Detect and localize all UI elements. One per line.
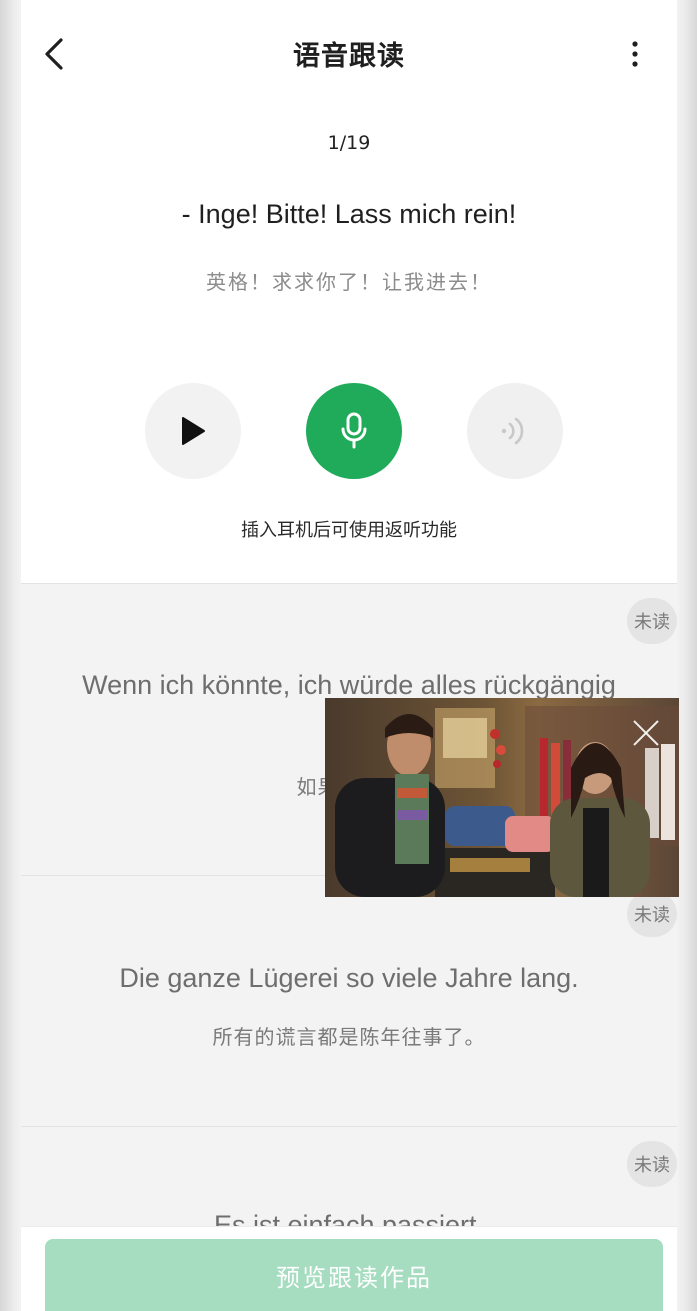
list-item-sentence: Die ganze Lügerei so viele Jahre lang.	[119, 963, 579, 993]
list-item-translation: 所有的谎言都是陈年往事了。	[212, 1025, 486, 1049]
earphone-hint: 插入耳机后可使用返听功能	[241, 520, 457, 541]
record-button[interactable]	[306, 383, 402, 479]
close-icon[interactable]	[631, 718, 661, 748]
play-icon	[182, 417, 205, 445]
unread-badge: 未读	[627, 891, 677, 937]
app-screen: 语音跟读 1/19 - Inge! Bitte! Lass mich rein!…	[21, 0, 677, 1311]
listen-back-icon	[501, 417, 524, 445]
microphone-icon	[341, 412, 367, 449]
current-translation: 英格！求求你了！让我进去！	[206, 270, 492, 294]
more-vertical-icon[interactable]	[625, 38, 645, 70]
page-title: 语音跟读	[293, 41, 405, 72]
current-sentence: - Inge! Bitte! Lass mich rein!	[181, 199, 517, 229]
current-sentence-panel: 语音跟读 1/19 - Inge! Bitte! Lass mich rein!…	[21, 0, 677, 583]
unread-badge: 未读	[627, 1141, 677, 1187]
progress-counter: 1/19	[327, 132, 371, 154]
list-item[interactable]: 未读 Die ganze Lügerei so viele Jahre lang…	[21, 875, 677, 1126]
preview-button[interactable]: 预览跟读作品	[45, 1239, 663, 1311]
unread-badge: 未读	[627, 598, 677, 644]
play-button[interactable]	[145, 383, 241, 479]
bottom-bar: 预览跟读作品	[21, 1226, 677, 1311]
listen-back-button[interactable]	[467, 383, 563, 479]
floating-video-player[interactable]	[325, 698, 679, 897]
video-frame	[325, 698, 679, 897]
